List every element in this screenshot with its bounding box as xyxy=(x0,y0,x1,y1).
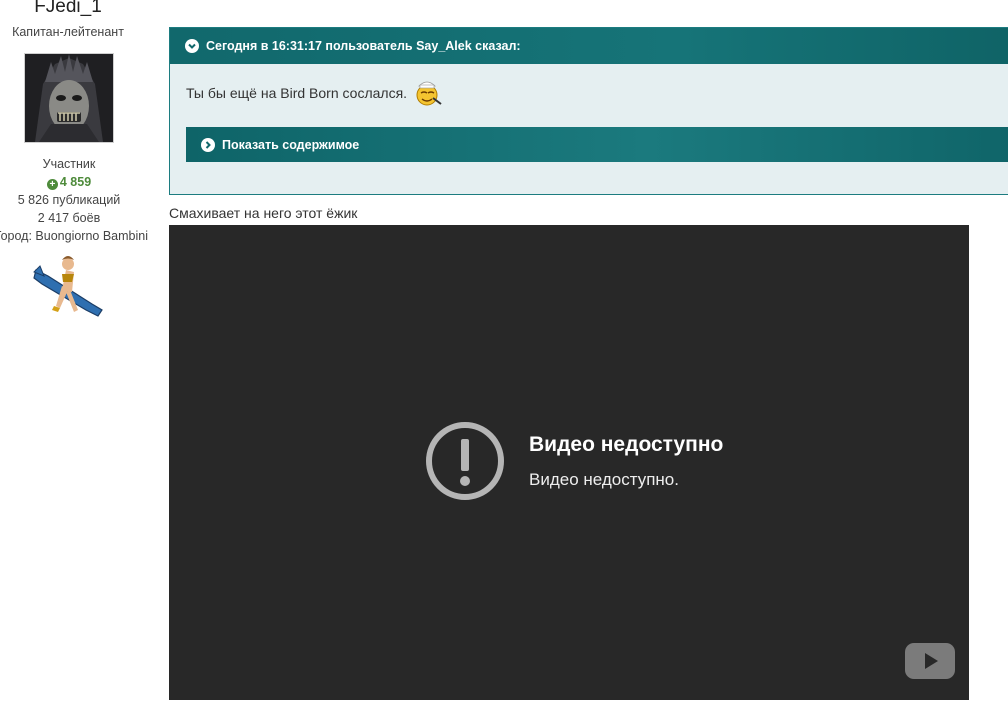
pinup-torpedo-badge-icon xyxy=(33,256,103,317)
author-battles: 2 417 боёв xyxy=(37,211,101,225)
author-posts: 5 826 публикаций xyxy=(17,193,121,207)
video-subtitle: Видео недоступно. xyxy=(529,470,679,489)
author-city: Город: Buongiorno Bambini xyxy=(0,229,148,243)
quote-text: Ты бы ещё на Bird Born сослался. xyxy=(186,85,408,101)
author-group: Участник xyxy=(42,157,96,171)
video-title: Видео недоступно xyxy=(529,433,724,456)
chevron-right-icon xyxy=(201,137,215,152)
video-embed[interactable]: Видео недоступно Видео недоступно. xyxy=(169,225,969,700)
chevron-down-icon[interactable] xyxy=(185,39,199,53)
spoiler-label: Показать содержимое xyxy=(222,137,360,152)
author-rank: Капитан-лейтенант xyxy=(12,25,124,39)
author-panel: FJedi_1 Капитан-лейтенант Участник +4 85… xyxy=(0,0,148,340)
plus-icon: + xyxy=(46,179,58,190)
reputation-value: 4 859 xyxy=(59,175,92,189)
youtube-play-icon[interactable] xyxy=(905,643,955,679)
quote-header-text: Сегодня в 16:31:17 пользователь Say_Alek… xyxy=(206,39,521,53)
warning-icon xyxy=(426,422,504,500)
author-name[interactable]: FJedi_1 xyxy=(0,0,136,18)
reputation: +4 859 xyxy=(0,175,138,190)
quote-text-row: Ты бы ещё на Bird Born сослался. xyxy=(186,78,443,108)
sailor-smiley-icon xyxy=(416,81,442,106)
quote-block: Сегодня в 16:31:17 пользователь Say_Alek… xyxy=(169,27,1008,195)
avatar[interactable] xyxy=(24,53,114,143)
quote-header[interactable]: Сегодня в 16:31:17 пользователь Say_Alek… xyxy=(170,28,1008,64)
post-text: Смахивает на него этот ёжик xyxy=(169,205,358,221)
show-content-spoiler-button[interactable]: Показать содержимое xyxy=(186,127,1008,162)
